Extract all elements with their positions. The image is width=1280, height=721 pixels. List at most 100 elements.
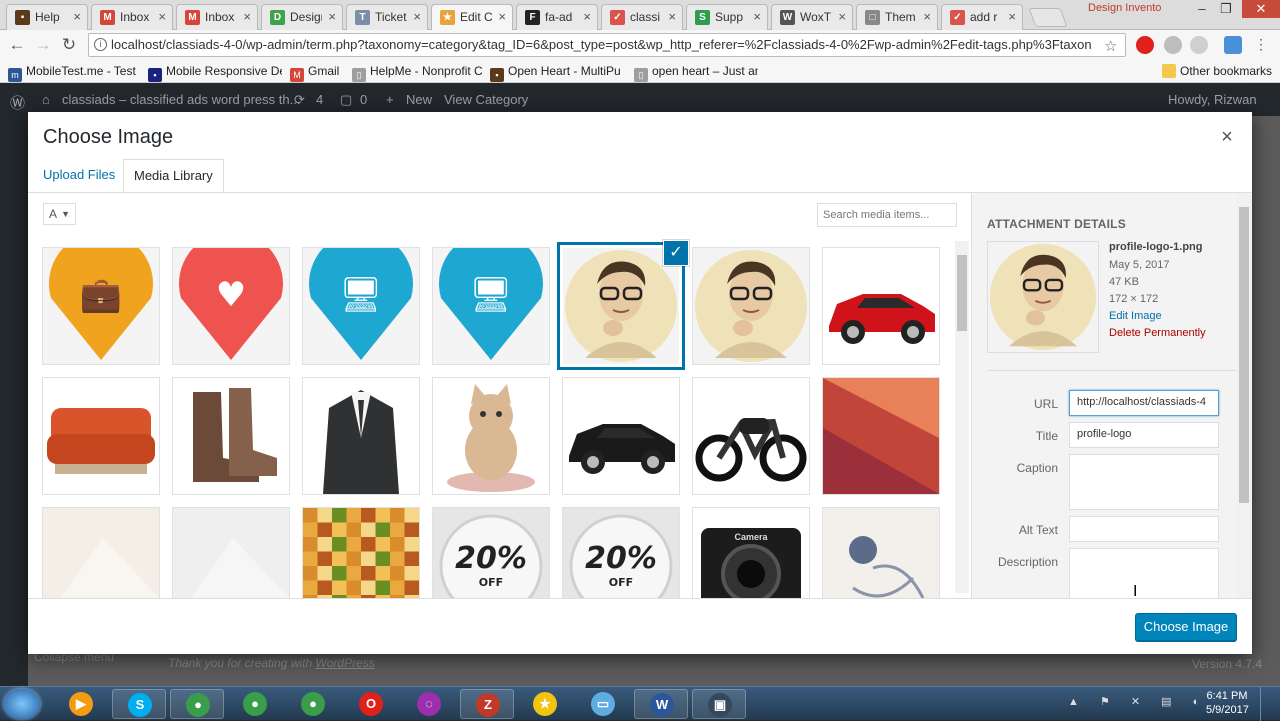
attachment-discount-20-off-2[interactable]: 20% OFF: [563, 508, 679, 598]
edit-image-link[interactable]: Edit Image: [1109, 310, 1162, 322]
back-icon[interactable]: ←: [6, 34, 28, 56]
clock[interactable]: 6:41 PM 5/9/2017: [1206, 689, 1249, 717]
attachment-monitor-pin-2[interactable]: 🖥: [433, 248, 549, 364]
url-field[interactable]: http://localhost/classiads-4: [1069, 390, 1219, 416]
tab-close-icon[interactable]: ×: [753, 5, 761, 29]
delete-permanently-link[interactable]: Delete Permanently: [1109, 327, 1206, 339]
taskbar-app-word[interactable]: W: [634, 689, 688, 719]
browser-tab[interactable]: D Design ×: [261, 4, 343, 30]
browser-tab[interactable]: T Ticket ×: [346, 4, 428, 30]
browser-tab[interactable]: S Supp ×: [686, 4, 768, 30]
view-category-link[interactable]: View Category: [444, 92, 528, 107]
show-desktop-button[interactable]: [1260, 687, 1280, 721]
search-media-input[interactable]: Search media items...: [817, 203, 957, 227]
taskbar-app-skype[interactable]: S: [112, 689, 166, 719]
other-bookmarks[interactable]: Other bookmarks: [1162, 63, 1272, 79]
browser-tab[interactable]: M Inbox ×: [176, 4, 258, 30]
wordpress-logo-icon[interactable]: Ⓦ: [10, 92, 25, 113]
bookmark-item[interactable]: m MobileTest.me - Test: [8, 63, 140, 82]
attachment-pale-texture[interactable]: [43, 508, 159, 598]
grid-scrollbar-thumb[interactable]: [957, 255, 967, 331]
new-extension-icon[interactable]: [1224, 36, 1242, 54]
taskbar-app-opera[interactable]: O: [344, 689, 398, 719]
system-tray[interactable]: ▲ ⚑ ✕ ▤ ◐: [1068, 695, 1208, 708]
profile-label[interactable]: Design Invento: [1088, 2, 1161, 14]
attachment-white-geometric[interactable]: [173, 508, 289, 598]
taskbar-app-messenger[interactable]: ◌: [402, 689, 456, 719]
minimize-icon[interactable]: –: [1190, 0, 1214, 18]
howdy-user[interactable]: Howdy, Rizwan: [1168, 92, 1257, 107]
attachment-camera[interactable]: Camera: [693, 508, 809, 598]
tab-close-icon[interactable]: ×: [243, 5, 251, 29]
browser-tab[interactable]: ★ Edit C ×: [431, 4, 513, 31]
attachment-discount-20-off[interactable]: 20% OFF: [433, 508, 549, 598]
bookmark-item[interactable]: M Gmail: [290, 63, 344, 82]
browser-tab[interactable]: Ffa-ad ×: [516, 4, 598, 30]
attachment-brown-boots[interactable]: [173, 378, 289, 494]
attachment-profile-logo[interactable]: [693, 248, 809, 364]
attachment-black-car[interactable]: [563, 378, 679, 494]
browser-tab[interactable]: □ Them ×: [856, 4, 938, 30]
taskbar-app-filezilla[interactable]: Z: [460, 689, 514, 719]
restore-icon[interactable]: ❐: [1214, 0, 1238, 18]
taskbar-app-star-app[interactable]: ★: [518, 689, 572, 719]
tab-close-icon[interactable]: ×: [583, 5, 591, 29]
modal-close-icon[interactable]: ×: [1215, 126, 1239, 149]
extension-icon[interactable]: [1190, 36, 1208, 54]
forward-icon[interactable]: →: [32, 34, 54, 56]
tab-close-icon[interactable]: ×: [158, 5, 166, 29]
attachment-profile-logo-1[interactable]: [563, 248, 679, 364]
attachment-motorcycle[interactable]: [693, 378, 809, 494]
browser-tab[interactable]: ✓ add r ×: [941, 4, 1023, 30]
taskbar-app-floppy[interactable]: ▣: [692, 689, 746, 719]
choose-image-button[interactable]: Choose Image: [1135, 613, 1237, 641]
selected-check-icon[interactable]: ✓: [664, 241, 688, 265]
description-textarea[interactable]: [1069, 548, 1219, 598]
window-close-icon[interactable]: ✕: [1242, 0, 1280, 18]
attachment-abstract-red[interactable]: [823, 378, 939, 494]
extension-icon[interactable]: [1164, 36, 1182, 54]
site-info-icon[interactable]: i: [94, 38, 107, 51]
browser-tab[interactable]: W WoxT ×: [771, 4, 853, 30]
bookmark-item[interactable]: ▯ HelpMe - Nonprofit C: [352, 63, 482, 82]
reload-icon[interactable]: ↻: [58, 34, 80, 56]
tab-close-icon[interactable]: ×: [923, 5, 931, 29]
title-field[interactable]: profile-logo: [1069, 422, 1219, 448]
tab-close-icon[interactable]: ×: [1008, 5, 1016, 29]
opera-extension-icon[interactable]: [1136, 36, 1154, 54]
bookmark-item[interactable]: ▪ Mobile Responsive De: [148, 63, 282, 82]
tab-close-icon[interactable]: ×: [668, 5, 676, 29]
new-menu[interactable]: New: [406, 92, 432, 107]
attachment-monitor-pin[interactable]: 🖥: [303, 248, 419, 364]
tab-media-library[interactable]: Media Library: [123, 159, 224, 193]
attachment-briefcase-pin[interactable]: 💼: [43, 248, 159, 364]
browser-tab[interactable]: M Inbox ×: [91, 4, 173, 30]
tab-close-icon[interactable]: ×: [498, 5, 506, 29]
attachment-orange-sofa[interactable]: [43, 378, 159, 494]
taskbar-app-media-player[interactable]: ▶: [54, 689, 108, 719]
media-filter-select[interactable]: A ▼: [43, 203, 76, 225]
attachment-kitten[interactable]: [433, 378, 549, 494]
attachment-red-car[interactable]: [823, 248, 939, 364]
address-bar[interactable]: i localhost/classiads-4-0/wp-admin/term.…: [88, 33, 1126, 57]
bookmark-item[interactable]: ▯ open heart – Just ano: [634, 63, 758, 82]
browser-tab[interactable]: ✓ classi ×: [601, 4, 683, 30]
tab-close-icon[interactable]: ×: [73, 5, 81, 29]
attachment-black-suit[interactable]: [303, 378, 419, 494]
bookmark-star-icon[interactable]: ☆: [1104, 37, 1117, 55]
caption-textarea[interactable]: [1069, 454, 1219, 510]
wordpress-link[interactable]: WordPress: [315, 656, 374, 670]
taskbar-app-folder[interactable]: ▭: [576, 689, 630, 719]
tab-close-icon[interactable]: ×: [413, 5, 421, 29]
browser-tab[interactable]: ▪ Help ×: [6, 4, 88, 30]
attachment-flowers-sketch[interactable]: [823, 508, 939, 598]
details-scrollbar-thumb[interactable]: [1239, 207, 1249, 503]
site-name[interactable]: classiads – classified ads word press th…: [62, 92, 300, 107]
taskbar-app-chrome-3[interactable]: ●: [286, 689, 340, 719]
tab-upload-files[interactable]: Upload Files: [33, 159, 125, 193]
updates-count[interactable]: 4: [316, 92, 323, 107]
taskbar-app-chrome[interactable]: ●: [170, 689, 224, 719]
attachment-food-pixel[interactable]: [303, 508, 419, 598]
menu-icon[interactable]: ⋮: [1254, 36, 1268, 54]
attachment-heart-pin[interactable]: ♥: [173, 248, 289, 364]
